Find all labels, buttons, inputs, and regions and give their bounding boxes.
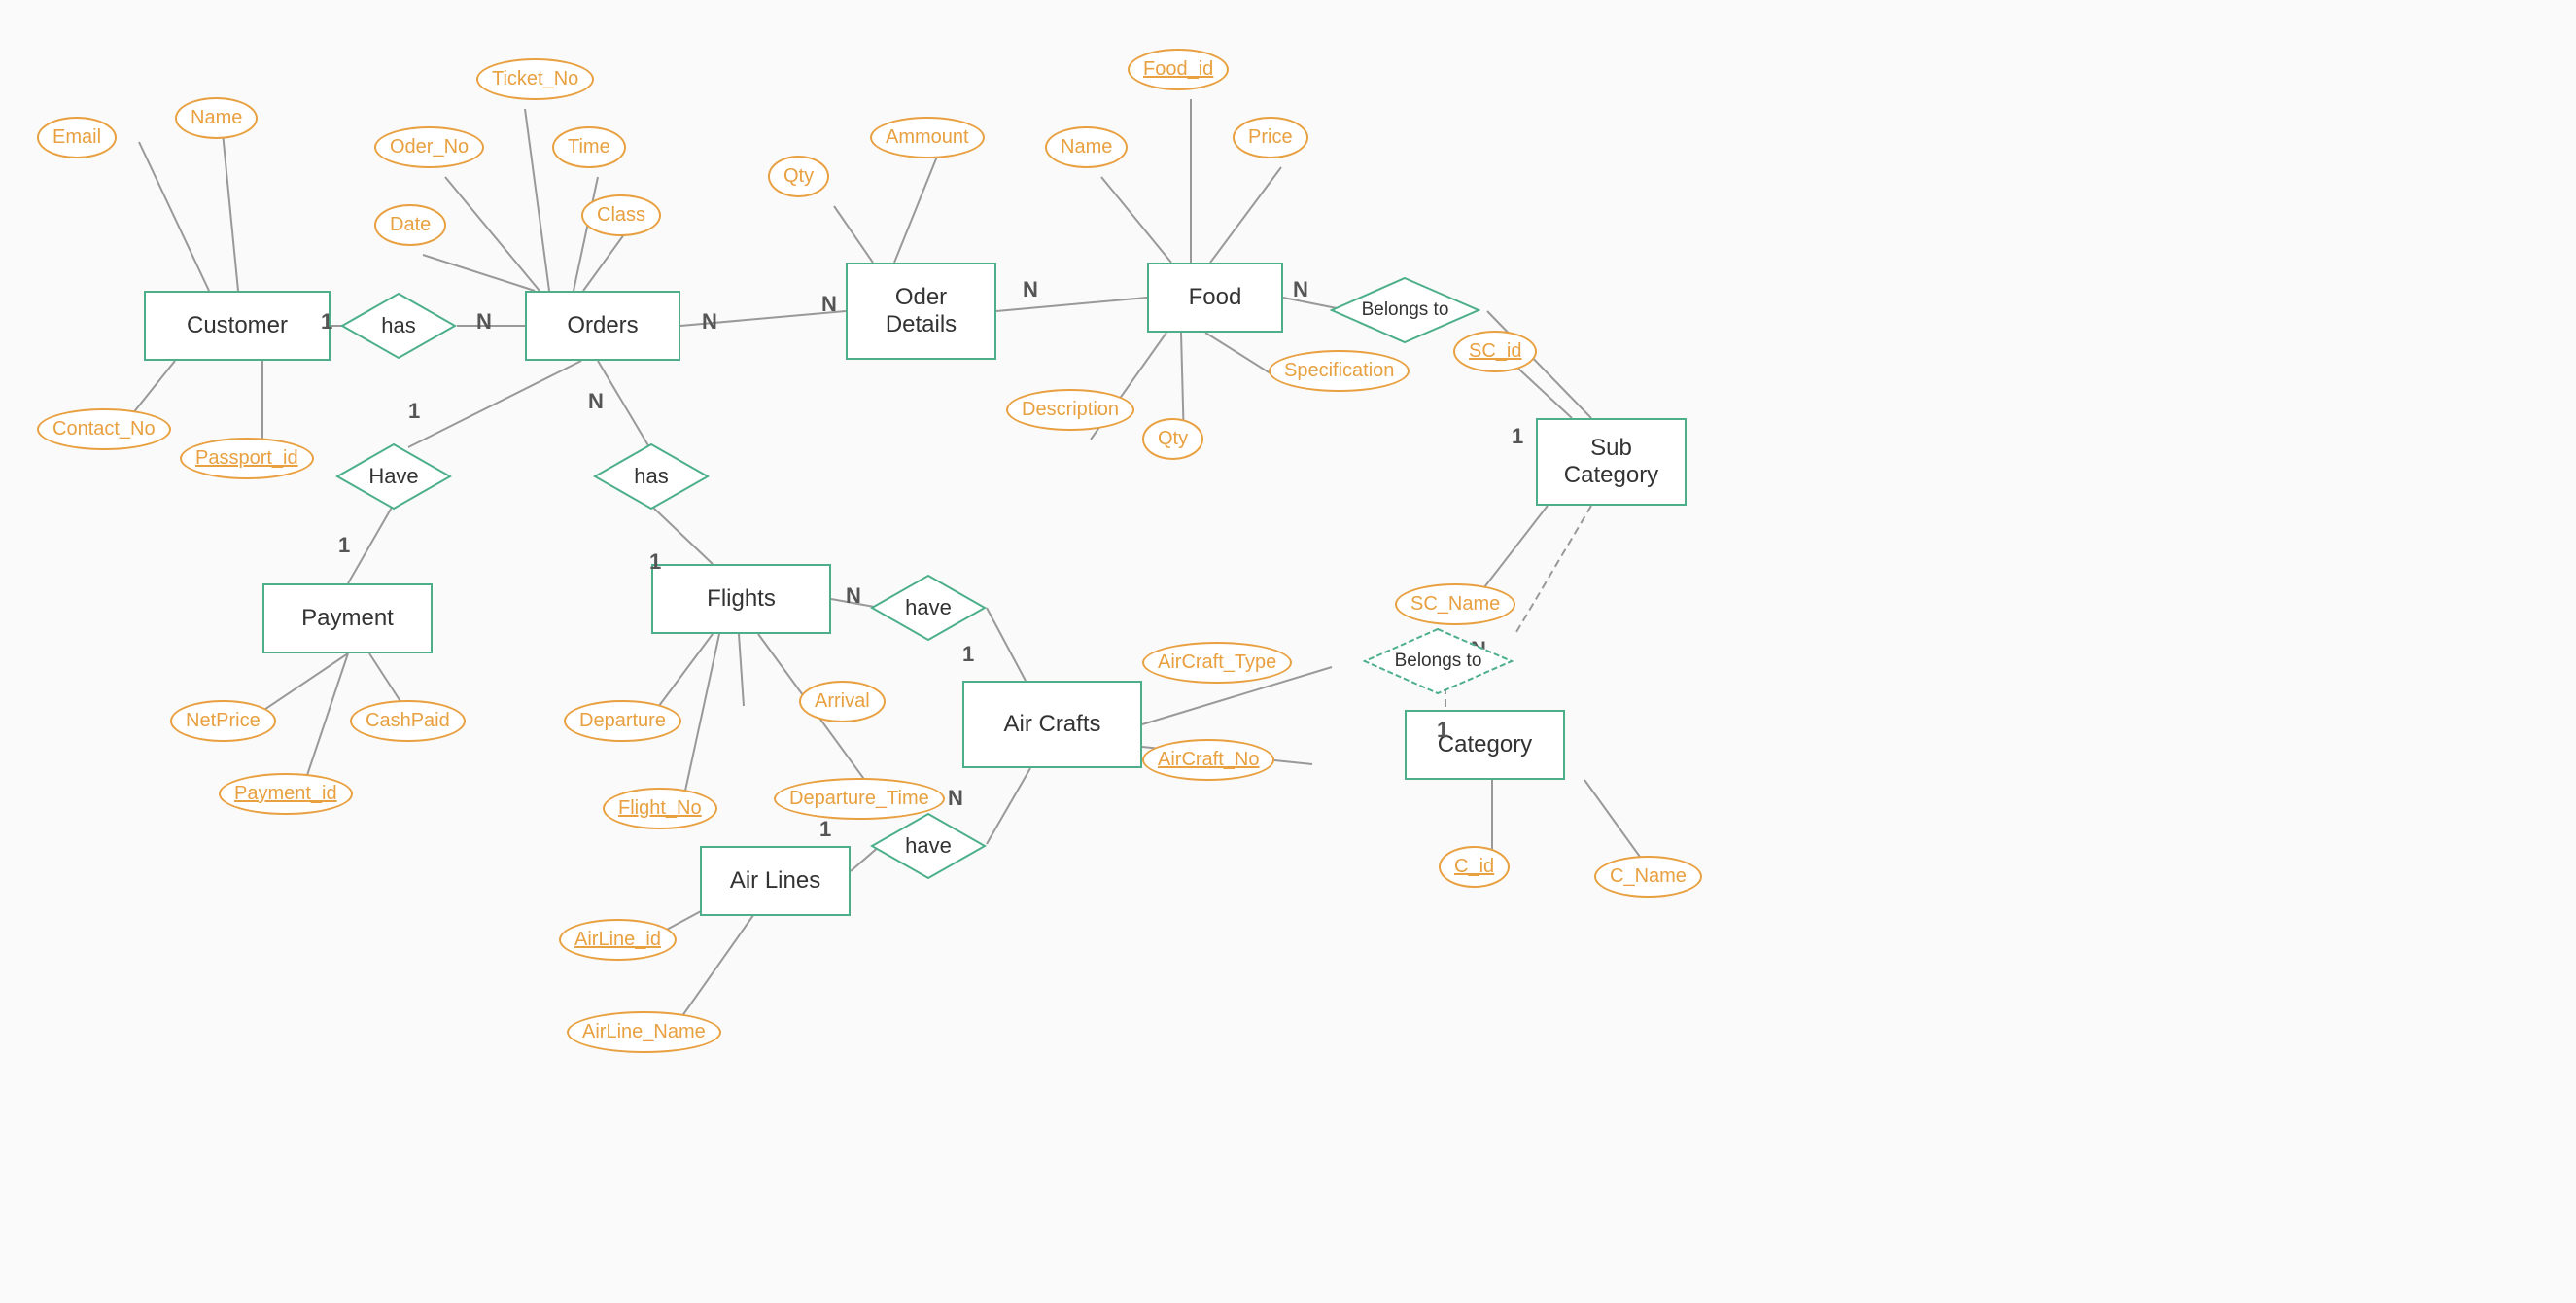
attr-c-name: C_Name (1594, 856, 1702, 898)
er-diagram: Customer Orders OderDetails Food Payment… (0, 0, 2576, 1303)
entity-payment: Payment (262, 583, 433, 653)
attr-time: Time (552, 126, 626, 168)
attr-aircraft-type: AirCraft_Type (1142, 642, 1292, 684)
attr-name-cust: Name (175, 97, 258, 139)
card-customer-has: 1 (321, 309, 332, 335)
rel-belongs-to2: Belongs to (1363, 627, 1514, 695)
rel-have-pay: Have (335, 442, 452, 511)
card-food-belongs1: N (1293, 277, 1308, 302)
card-food-oderdetails: N (1023, 277, 1038, 302)
attr-contact-no: Contact_No (37, 408, 171, 450)
entity-orders: Orders (525, 291, 680, 361)
attr-airline-name: AirLine_Name (567, 1011, 721, 1053)
attr-oder-no: Oder_No (374, 126, 484, 168)
entity-flights: Flights (651, 564, 831, 634)
card-orders-has2: N (588, 389, 604, 414)
card-belongs2-category: 1 (1437, 718, 1448, 743)
entity-air-crafts: Air Crafts (962, 681, 1142, 768)
attr-ammount: Ammount (870, 117, 985, 158)
attr-name-food: Name (1045, 126, 1128, 168)
entity-sub-category: SubCategory (1536, 418, 1687, 506)
rel-has2: has (593, 442, 710, 511)
rel-has1: has (340, 292, 457, 360)
card-have-aircraft: 1 (962, 642, 974, 667)
rel-have-ac: have (870, 574, 987, 642)
entity-food: Food (1147, 263, 1283, 333)
attr-ticket-no: Ticket_No (476, 58, 594, 100)
card-orders-oderdetails: N (702, 309, 717, 335)
attr-email: Email (37, 117, 117, 158)
entity-air-lines: Air Lines (700, 846, 851, 916)
card-have2-airlines: 1 (819, 817, 831, 842)
card-has-orders: N (476, 309, 492, 335)
card-belongs1-subcat: 1 (1512, 424, 1523, 449)
entity-category: Category (1405, 710, 1565, 780)
attr-payment-id: Payment_id (219, 773, 353, 815)
attr-departure: Departure (564, 700, 681, 742)
attr-netprice: NetPrice (170, 700, 276, 742)
attr-airline-id: AirLine_id (559, 919, 677, 961)
attr-flight-no: Flight_No (603, 788, 717, 829)
attr-c-id: C_id (1439, 846, 1510, 888)
attr-sc-name: SC_Name (1395, 583, 1515, 625)
attr-description: Description (1006, 389, 1134, 431)
card-orders-have: 1 (408, 399, 420, 424)
attr-date: Date (374, 204, 446, 246)
attr-price: Price (1233, 117, 1308, 158)
card-oderdetails-food1: N (821, 292, 837, 317)
attr-passport-id: Passport_id (180, 438, 314, 479)
entity-oder-details: OderDetails (846, 263, 996, 360)
attr-cashpaid: CashPaid (350, 700, 466, 742)
attr-food-id: Food_id (1128, 49, 1229, 90)
entity-customer: Customer (144, 291, 331, 361)
attr-aircraft-no: AirCraft_No (1142, 739, 1274, 781)
attr-class: Class (581, 194, 661, 236)
card-have-payment1: 1 (338, 533, 350, 558)
card-has2-flights: 1 (649, 549, 661, 575)
attr-qty-food: Qty (1142, 418, 1203, 460)
card-flights-have: N (846, 583, 861, 609)
attr-qty-od: Qty (768, 156, 829, 197)
card-aircraft-have2: N (948, 786, 963, 811)
attr-arrival: Arrival (799, 681, 886, 722)
attr-specification: Specification (1269, 350, 1410, 392)
rel-have-al: have (870, 812, 987, 880)
rel-belongs-to1: Belongs to (1330, 276, 1480, 344)
